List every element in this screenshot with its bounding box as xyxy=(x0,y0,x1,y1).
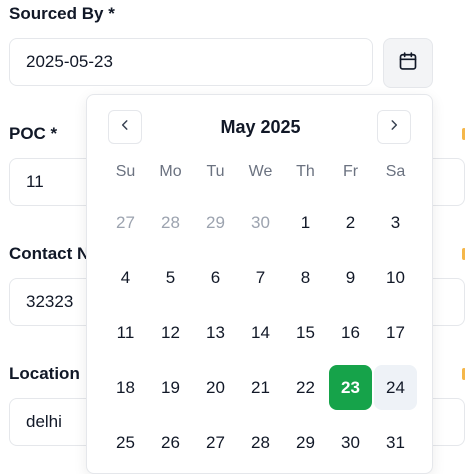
day-cell[interactable]: 31 xyxy=(374,420,417,465)
calendar-icon xyxy=(398,51,418,76)
day-cell[interactable]: 29 xyxy=(194,200,237,245)
day-cell[interactable]: 10 xyxy=(374,255,417,300)
day-cell[interactable]: 24 xyxy=(374,365,417,410)
weekday-label: Tu xyxy=(206,163,225,180)
day-cell[interactable]: 29 xyxy=(284,420,327,465)
day-cell[interactable]: 14 xyxy=(239,310,282,355)
day-cell[interactable]: 12 xyxy=(149,310,192,355)
day-cell[interactable]: 1 xyxy=(284,200,327,245)
day-cell[interactable]: 2 xyxy=(329,200,372,245)
sourced-by-label: Sourced By * xyxy=(9,4,115,23)
day-cell-selected[interactable]: 23 xyxy=(329,365,372,410)
poc-label: POC * xyxy=(9,124,58,143)
weekday-label: Sa xyxy=(385,163,406,180)
chevron-right-icon xyxy=(387,118,401,137)
day-cell[interactable]: 13 xyxy=(194,310,237,355)
day-cell[interactable]: 28 xyxy=(149,200,192,245)
day-cell[interactable]: 4 xyxy=(104,255,147,300)
day-cell[interactable]: 3 xyxy=(374,200,417,245)
day-cell[interactable]: 6 xyxy=(194,255,237,300)
day-cell[interactable]: 11 xyxy=(104,310,147,355)
day-cell[interactable]: 30 xyxy=(239,200,282,245)
day-cell[interactable]: 17 xyxy=(374,310,417,355)
sourced-by-date-input[interactable]: 2025-05-23 xyxy=(9,38,373,86)
day-cell[interactable]: 20 xyxy=(194,365,237,410)
day-cell[interactable]: 27 xyxy=(194,420,237,465)
day-cell[interactable]: 30 xyxy=(329,420,372,465)
right-field-edge xyxy=(433,398,465,446)
day-cell[interactable]: 19 xyxy=(149,365,192,410)
day-cell[interactable]: 25 xyxy=(104,420,147,465)
day-cell[interactable]: 7 xyxy=(239,255,282,300)
day-cell[interactable]: 9 xyxy=(329,255,372,300)
day-cell[interactable]: 28 xyxy=(239,420,282,465)
next-month-button[interactable] xyxy=(377,110,411,144)
weekday-label: We xyxy=(248,163,273,180)
day-cell[interactable]: 15 xyxy=(284,310,327,355)
day-cell[interactable]: 21 xyxy=(239,365,282,410)
date-picker-popover: May 2025 Su Mo Tu We Th Fr Sa 27 28 29 30 1 2 3 4 5 6 7 8… xyxy=(86,94,433,474)
day-grid: 27 28 29 30 1 2 3 4 5 6 7 8 9 10 11 12 13 14 15 16 17 18 19 20 2… xyxy=(103,195,418,470)
day-cell[interactable]: 27 xyxy=(104,200,147,245)
day-cell[interactable]: 18 xyxy=(104,365,147,410)
right-field-edge xyxy=(433,278,465,326)
weekday-label: Su xyxy=(115,163,136,180)
weekday-label: Fr xyxy=(342,163,359,180)
right-field-edge xyxy=(433,158,465,206)
open-calendar-button[interactable] xyxy=(383,38,433,88)
day-cell[interactable]: 26 xyxy=(149,420,192,465)
day-cell[interactable]: 22 xyxy=(284,365,327,410)
day-cell[interactable]: 5 xyxy=(149,255,192,300)
contact-label: Contact N xyxy=(9,244,90,263)
day-cell[interactable]: 16 xyxy=(329,310,372,355)
location-label: Location xyxy=(9,364,80,383)
weekday-header: Su Mo Tu We Th Fr Sa xyxy=(103,163,418,183)
weekday-label: Th xyxy=(296,163,315,180)
weekday-label: Mo xyxy=(159,163,182,180)
day-cell[interactable]: 8 xyxy=(284,255,327,300)
